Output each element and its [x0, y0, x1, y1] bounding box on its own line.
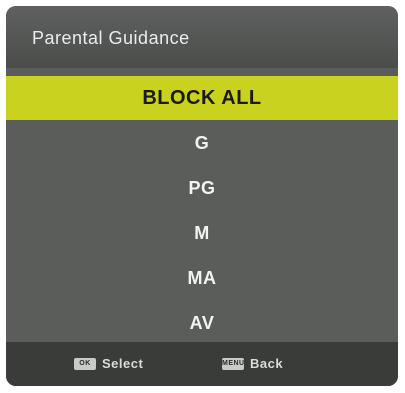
menu-item-ma[interactable]: MA: [6, 256, 398, 300]
header-bar: Parental Guidance: [6, 6, 398, 68]
rating-menu: BLOCK ALL G PG M MA AV: [6, 76, 398, 346]
select-hint-label: Select: [102, 356, 144, 371]
menu-item-g[interactable]: G: [6, 121, 398, 165]
menu-item-label: G: [194, 132, 210, 153]
parental-guidance-panel: Parental Guidance BLOCK ALL G PG M MA AV…: [6, 6, 398, 386]
back-hint-label: Back: [250, 356, 284, 371]
select-hint: OK Select: [74, 356, 143, 371]
menu-item-block-all[interactable]: BLOCK ALL: [6, 76, 398, 120]
menu-item-pg[interactable]: PG: [6, 166, 398, 210]
menu-item-label: M: [194, 222, 210, 243]
menu-item-label: MA: [187, 267, 217, 288]
back-hint: MENU Back: [222, 356, 283, 371]
footer-bar: OK Select MENU Back: [6, 342, 398, 386]
menu-item-av[interactable]: AV: [6, 301, 398, 345]
menu-item-label: PG: [188, 177, 216, 198]
menu-item-label: AV: [189, 312, 215, 333]
menu-item-m[interactable]: M: [6, 211, 398, 255]
menu-item-label: BLOCK ALL: [142, 86, 262, 109]
menu-key-icon: MENU: [222, 357, 244, 370]
ok-key-icon: OK: [74, 357, 96, 370]
page-title: Parental Guidance: [32, 28, 190, 48]
